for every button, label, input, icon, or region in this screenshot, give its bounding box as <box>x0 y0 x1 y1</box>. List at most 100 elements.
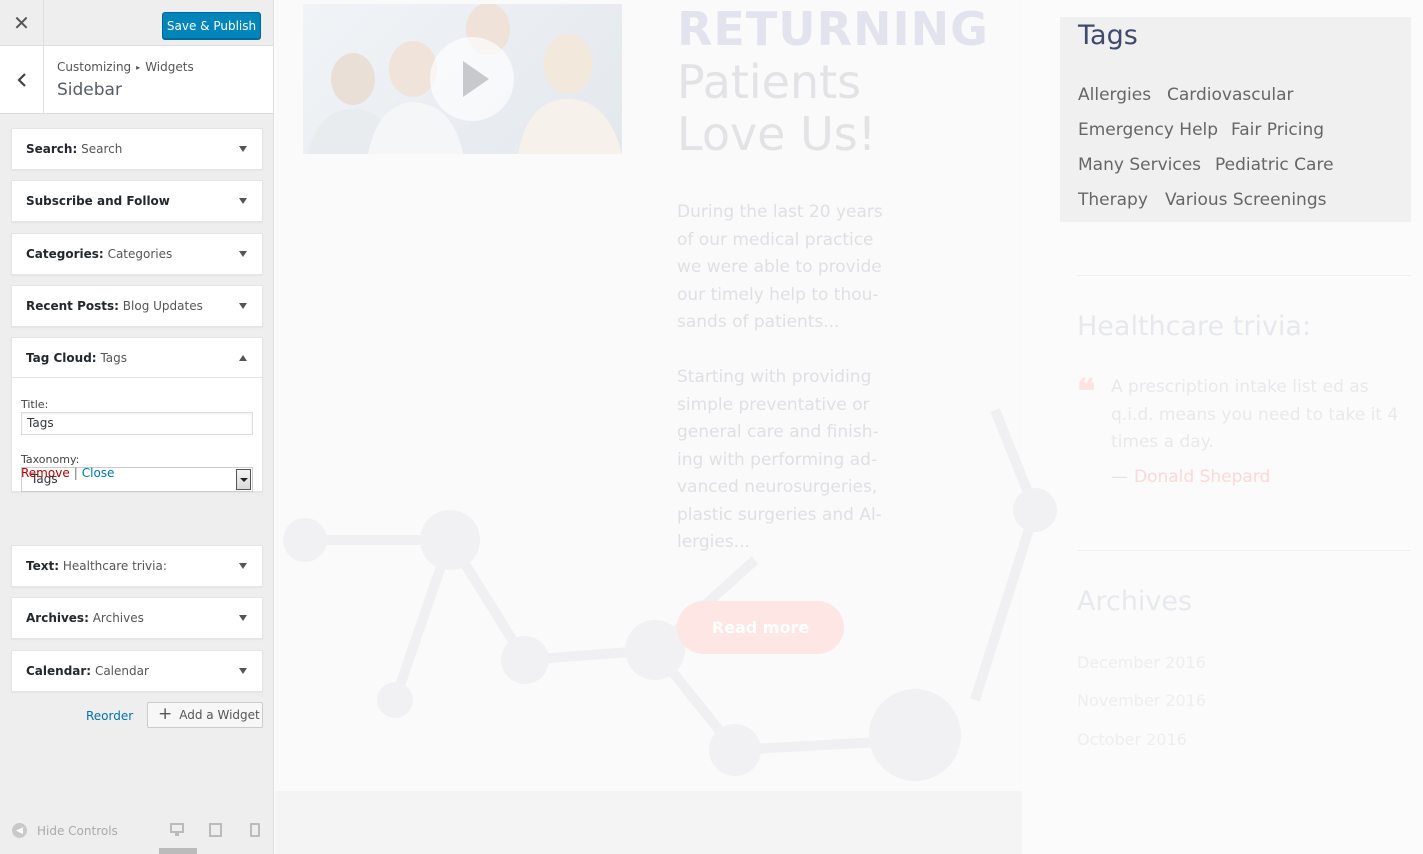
desktop-icon[interactable] <box>170 823 186 837</box>
widget-categories: Categories: Categories <box>11 233 263 275</box>
reorder-link[interactable]: Reorder <box>86 709 133 723</box>
collapse-arrow-icon[interactable] <box>239 355 247 361</box>
widget-actions: Remove | Close <box>21 466 114 480</box>
widget-recent-posts: Recent Posts: Blog Updates <box>11 285 263 327</box>
details-paragraph: Starting with providing simple preventat… <box>677 367 882 552</box>
section-heading: Patients Love Us! <box>677 55 877 161</box>
widget-type: Tag Cloud: <box>26 351 97 365</box>
plus-icon: + <box>158 704 173 724</box>
add-widget-button[interactable]: + Add a Widget <box>147 702 263 728</box>
title-field-label: Title: <box>21 398 49 411</box>
video-thumbnail[interactable] <box>303 4 622 154</box>
widget-archives: Archives: Archives <box>11 597 263 639</box>
tag-link[interactable]: Emergency Help <box>1078 120 1218 140</box>
widget-header[interactable]: Text: Healthcare trivia: <box>12 546 262 586</box>
breadcrumb-child: Widgets <box>145 60 194 74</box>
widget-header[interactable]: Categories: Categories <box>12 234 262 274</box>
mobile-icon[interactable] <box>250 823 266 837</box>
breadcrumb: Customizing ▸ Widgets <box>57 60 194 74</box>
dropdown-arrow-icon[interactable] <box>236 469 251 490</box>
divider <box>1077 550 1411 551</box>
tag-link[interactable]: Many Services <box>1078 155 1201 175</box>
archive-link[interactable]: December 2016 <box>1077 653 1206 672</box>
widget-type: Calendar: <box>26 664 92 678</box>
add-widget-label: Add a Widget <box>179 708 260 722</box>
breadcrumb-parent: Customizing <box>57 60 132 74</box>
back-chevron-icon[interactable] <box>0 46 44 113</box>
widget-type: Text: <box>26 559 60 573</box>
divider <box>1077 275 1411 276</box>
widget-calendar: Calendar: Calendar <box>11 650 263 692</box>
widget-title: Archives <box>92 611 144 625</box>
widget-title: Categories <box>107 247 173 261</box>
widget-type: Recent Posts: <box>26 299 119 313</box>
taxonomy-field-label: Taxonomy: <box>21 453 80 466</box>
tag-link[interactable]: Therapy <box>1078 190 1148 210</box>
footer-band <box>275 791 1022 854</box>
widget-text: Text: Healthcare trivia: <box>11 545 263 587</box>
site-preview: RETURNING Patients Love Us! During the l… <box>275 0 1423 854</box>
hide-controls-label: Hide Controls <box>37 823 118 838</box>
expand-arrow-icon[interactable] <box>239 615 247 621</box>
archive-link[interactable]: November 2016 <box>1077 691 1206 710</box>
widget-title: Search <box>81 142 123 156</box>
widget-type: Archives: <box>26 611 89 625</box>
expand-arrow-icon[interactable] <box>239 198 247 204</box>
remove-link[interactable]: Remove <box>21 466 70 480</box>
collapse-icon: ◀ <box>12 823 27 838</box>
hide-controls-button[interactable]: ◀ Hide Controls <box>12 823 118 838</box>
quote-icon: ❝ <box>1077 372 1096 412</box>
trivia-heading: Healthcare trivia: <box>1077 311 1312 342</box>
quote-author: — Donald Shepard <box>1111 467 1270 487</box>
widget-tag-cloud: Tag Cloud: Tags Title: Tags Taxonomy: Ta… <box>11 337 263 492</box>
tablet-icon[interactable] <box>209 823 225 837</box>
title-input[interactable]: Tags <box>21 412 253 435</box>
read-more-button[interactable]: Read more <box>677 601 844 654</box>
widget-header[interactable]: Calendar: Calendar <box>12 651 262 691</box>
customizer-header: ✕ Save & Publish <box>0 0 273 46</box>
widget-title: Healthcare trivia: <box>62 559 167 573</box>
expand-arrow-icon[interactable] <box>239 251 247 257</box>
author-name[interactable]: Donald Shepard <box>1134 467 1270 487</box>
section-kicker: RETURNING <box>677 2 989 56</box>
widget-type: Search: <box>26 142 78 156</box>
widget-type: Categories: <box>26 247 104 261</box>
widget-type: Subscribe and Follow <box>26 194 170 208</box>
tag-link[interactable]: Cardiovascular <box>1167 85 1293 105</box>
actions-separator: | <box>73 466 78 480</box>
widget-header[interactable]: Archives: Archives <box>12 598 262 638</box>
expand-arrow-icon[interactable] <box>239 668 247 674</box>
widget-header[interactable]: Search: Search <box>12 129 262 169</box>
panel-header: Customizing ▸ Widgets Sidebar <box>0 46 273 114</box>
tag-link[interactable]: Allergies <box>1078 85 1151 105</box>
widget-title: Blog Updates <box>122 299 203 313</box>
tags-heading: Tags <box>1078 20 1138 51</box>
expand-arrow-icon[interactable] <box>239 563 247 569</box>
widget-title: Calendar <box>94 664 149 678</box>
widget-header[interactable]: Tag Cloud: Tags <box>12 338 262 378</box>
tag-link[interactable]: Various Screenings <box>1165 190 1326 210</box>
widget-search: Search: Search <box>11 128 263 170</box>
save-publish-button[interactable]: Save & Publish <box>162 12 261 39</box>
close-link[interactable]: Close <box>82 466 115 480</box>
customizer-sidebar: ✕ Save & Publish Customizing ▸ Widgets Sid… <box>0 0 274 854</box>
tag-cloud-widget: Tags Allergies Cardiovascular Emergency … <box>1060 17 1411 222</box>
active-device-indicator <box>159 848 197 854</box>
tag-link[interactable]: Pediatric Care <box>1215 155 1334 175</box>
archives-heading: Archives <box>1077 586 1193 617</box>
play-icon[interactable] <box>430 37 514 121</box>
tag-link[interactable]: Fair Pricing <box>1231 120 1324 140</box>
archive-link[interactable]: October 2016 <box>1077 730 1187 749</box>
widget-header[interactable]: Subscribe and Follow <box>12 181 262 221</box>
close-icon[interactable]: ✕ <box>0 0 44 45</box>
author-dash: — <box>1111 467 1128 487</box>
customizer-footer: ◀ Hide Controls <box>0 812 273 854</box>
quote-text: A prescription intake list ed as q.i.d. … <box>1111 377 1399 452</box>
breadcrumb-separator: ▸ <box>136 63 141 72</box>
expand-arrow-icon[interactable] <box>239 303 247 309</box>
expand-arrow-icon[interactable] <box>239 146 247 152</box>
widget-header[interactable]: Recent Posts: Blog Updates <box>12 286 262 326</box>
intro-paragraph: During the last 20 years of our medical … <box>677 202 883 332</box>
widget-title: Tags <box>100 351 128 365</box>
panel-title: Sidebar <box>57 80 122 100</box>
